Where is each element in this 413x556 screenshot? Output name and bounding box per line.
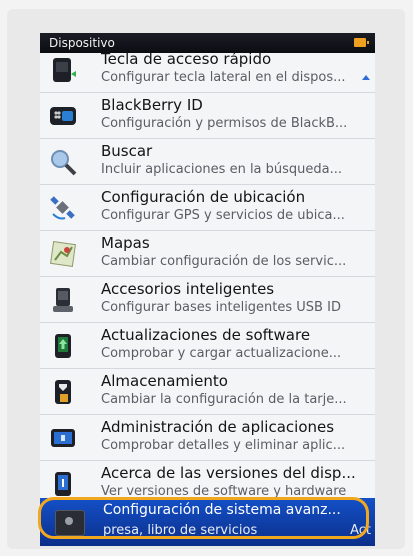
settings-list[interactable]: Tecla de acceso rápido Configurar tecla … xyxy=(40,53,375,498)
list-item-smart-accessories[interactable]: Accesorios inteligentes Configurar bases… xyxy=(40,277,375,323)
item-trailing-text: Act xyxy=(350,523,371,538)
list-item-blackberry-id[interactable]: BlackBerry ID Configuración y permisos d… xyxy=(40,93,375,139)
list-item-software-updates[interactable]: Actualizaciones de software Comprobar y … xyxy=(40,323,375,369)
device-screen: Dispositivo Tecla de acceso rápido Confi… xyxy=(40,33,375,546)
convenience-key-icon xyxy=(49,56,77,84)
item-subtitle: presa, libro de servicios xyxy=(103,523,258,538)
software-update-icon xyxy=(49,332,77,360)
storage-icon xyxy=(49,378,77,406)
item-subtitle: Configurar GPS y servicios de ubica... xyxy=(101,208,345,223)
item-title: Accesorios inteligentes xyxy=(101,280,275,298)
satellite-icon xyxy=(49,194,77,222)
item-title: Actualizaciones de software xyxy=(101,326,311,344)
list-item-shortcut-key[interactable]: Tecla de acceso rápido Configurar tecla … xyxy=(40,53,375,93)
item-title: Configuración de ubicación xyxy=(101,188,306,206)
item-subtitle: Configuración y permisos de BlackB... xyxy=(101,116,348,131)
item-subtitle: Cambiar configuración de los servic... xyxy=(101,254,347,269)
status-bar: Dispositivo xyxy=(40,33,375,53)
list-item-advanced-system-settings[interactable]: Configuración de sistema avanz... presa,… xyxy=(40,498,375,546)
item-title: Configuración de sistema avanz... xyxy=(103,502,341,518)
item-title: Buscar xyxy=(101,142,153,160)
item-subtitle: Configurar bases inteligentes USB ID xyxy=(101,300,341,315)
list-item-about-versions[interactable]: Acerca de las versiones del disp... Ver … xyxy=(40,461,375,498)
item-subtitle: Incluir aplicaciones en la búsqueda... xyxy=(101,162,343,177)
dock-icon xyxy=(49,286,77,314)
list-item-storage[interactable]: Almacenamiento Cambiar la configuración … xyxy=(40,369,375,415)
item-subtitle: Configurar tecla lateral en el dispos... xyxy=(101,70,346,85)
item-title: Administración de aplicaciones xyxy=(101,418,335,436)
list-item-app-management[interactable]: Administración de aplicaciones Comprobar… xyxy=(40,415,375,461)
app-management-icon xyxy=(49,424,77,452)
item-subtitle: Comprobar y cargar actualizacione... xyxy=(101,346,342,361)
item-title: Tecla de acceso rápido xyxy=(101,53,272,68)
item-title: BlackBerry ID xyxy=(101,96,203,114)
battery-icon xyxy=(354,38,369,47)
screen-title: Dispositivo xyxy=(49,36,115,50)
item-subtitle: Comprobar detalles y eliminar aplic... xyxy=(101,438,346,453)
item-subtitle: Cambiar la configuración de la tarje... xyxy=(101,392,347,407)
list-item-maps[interactable]: Mapas Cambiar configuración de los servi… xyxy=(40,231,375,277)
item-subtitle: Ver versiones de software y hardware xyxy=(101,484,347,498)
list-item-search[interactable]: Buscar Incluir aplicaciones en la búsque… xyxy=(40,139,375,185)
device-info-icon xyxy=(49,470,77,498)
list-item-location[interactable]: Configuración de ubicación Configurar GP… xyxy=(40,185,375,231)
item-title: Almacenamiento xyxy=(101,372,228,390)
item-title: Mapas xyxy=(101,234,150,252)
magnifier-icon xyxy=(49,148,77,176)
advanced-settings-icon xyxy=(55,510,85,536)
map-icon xyxy=(49,240,77,268)
item-title: Acerca de las versiones del disp... xyxy=(101,464,356,482)
blackberry-id-icon xyxy=(49,102,77,130)
